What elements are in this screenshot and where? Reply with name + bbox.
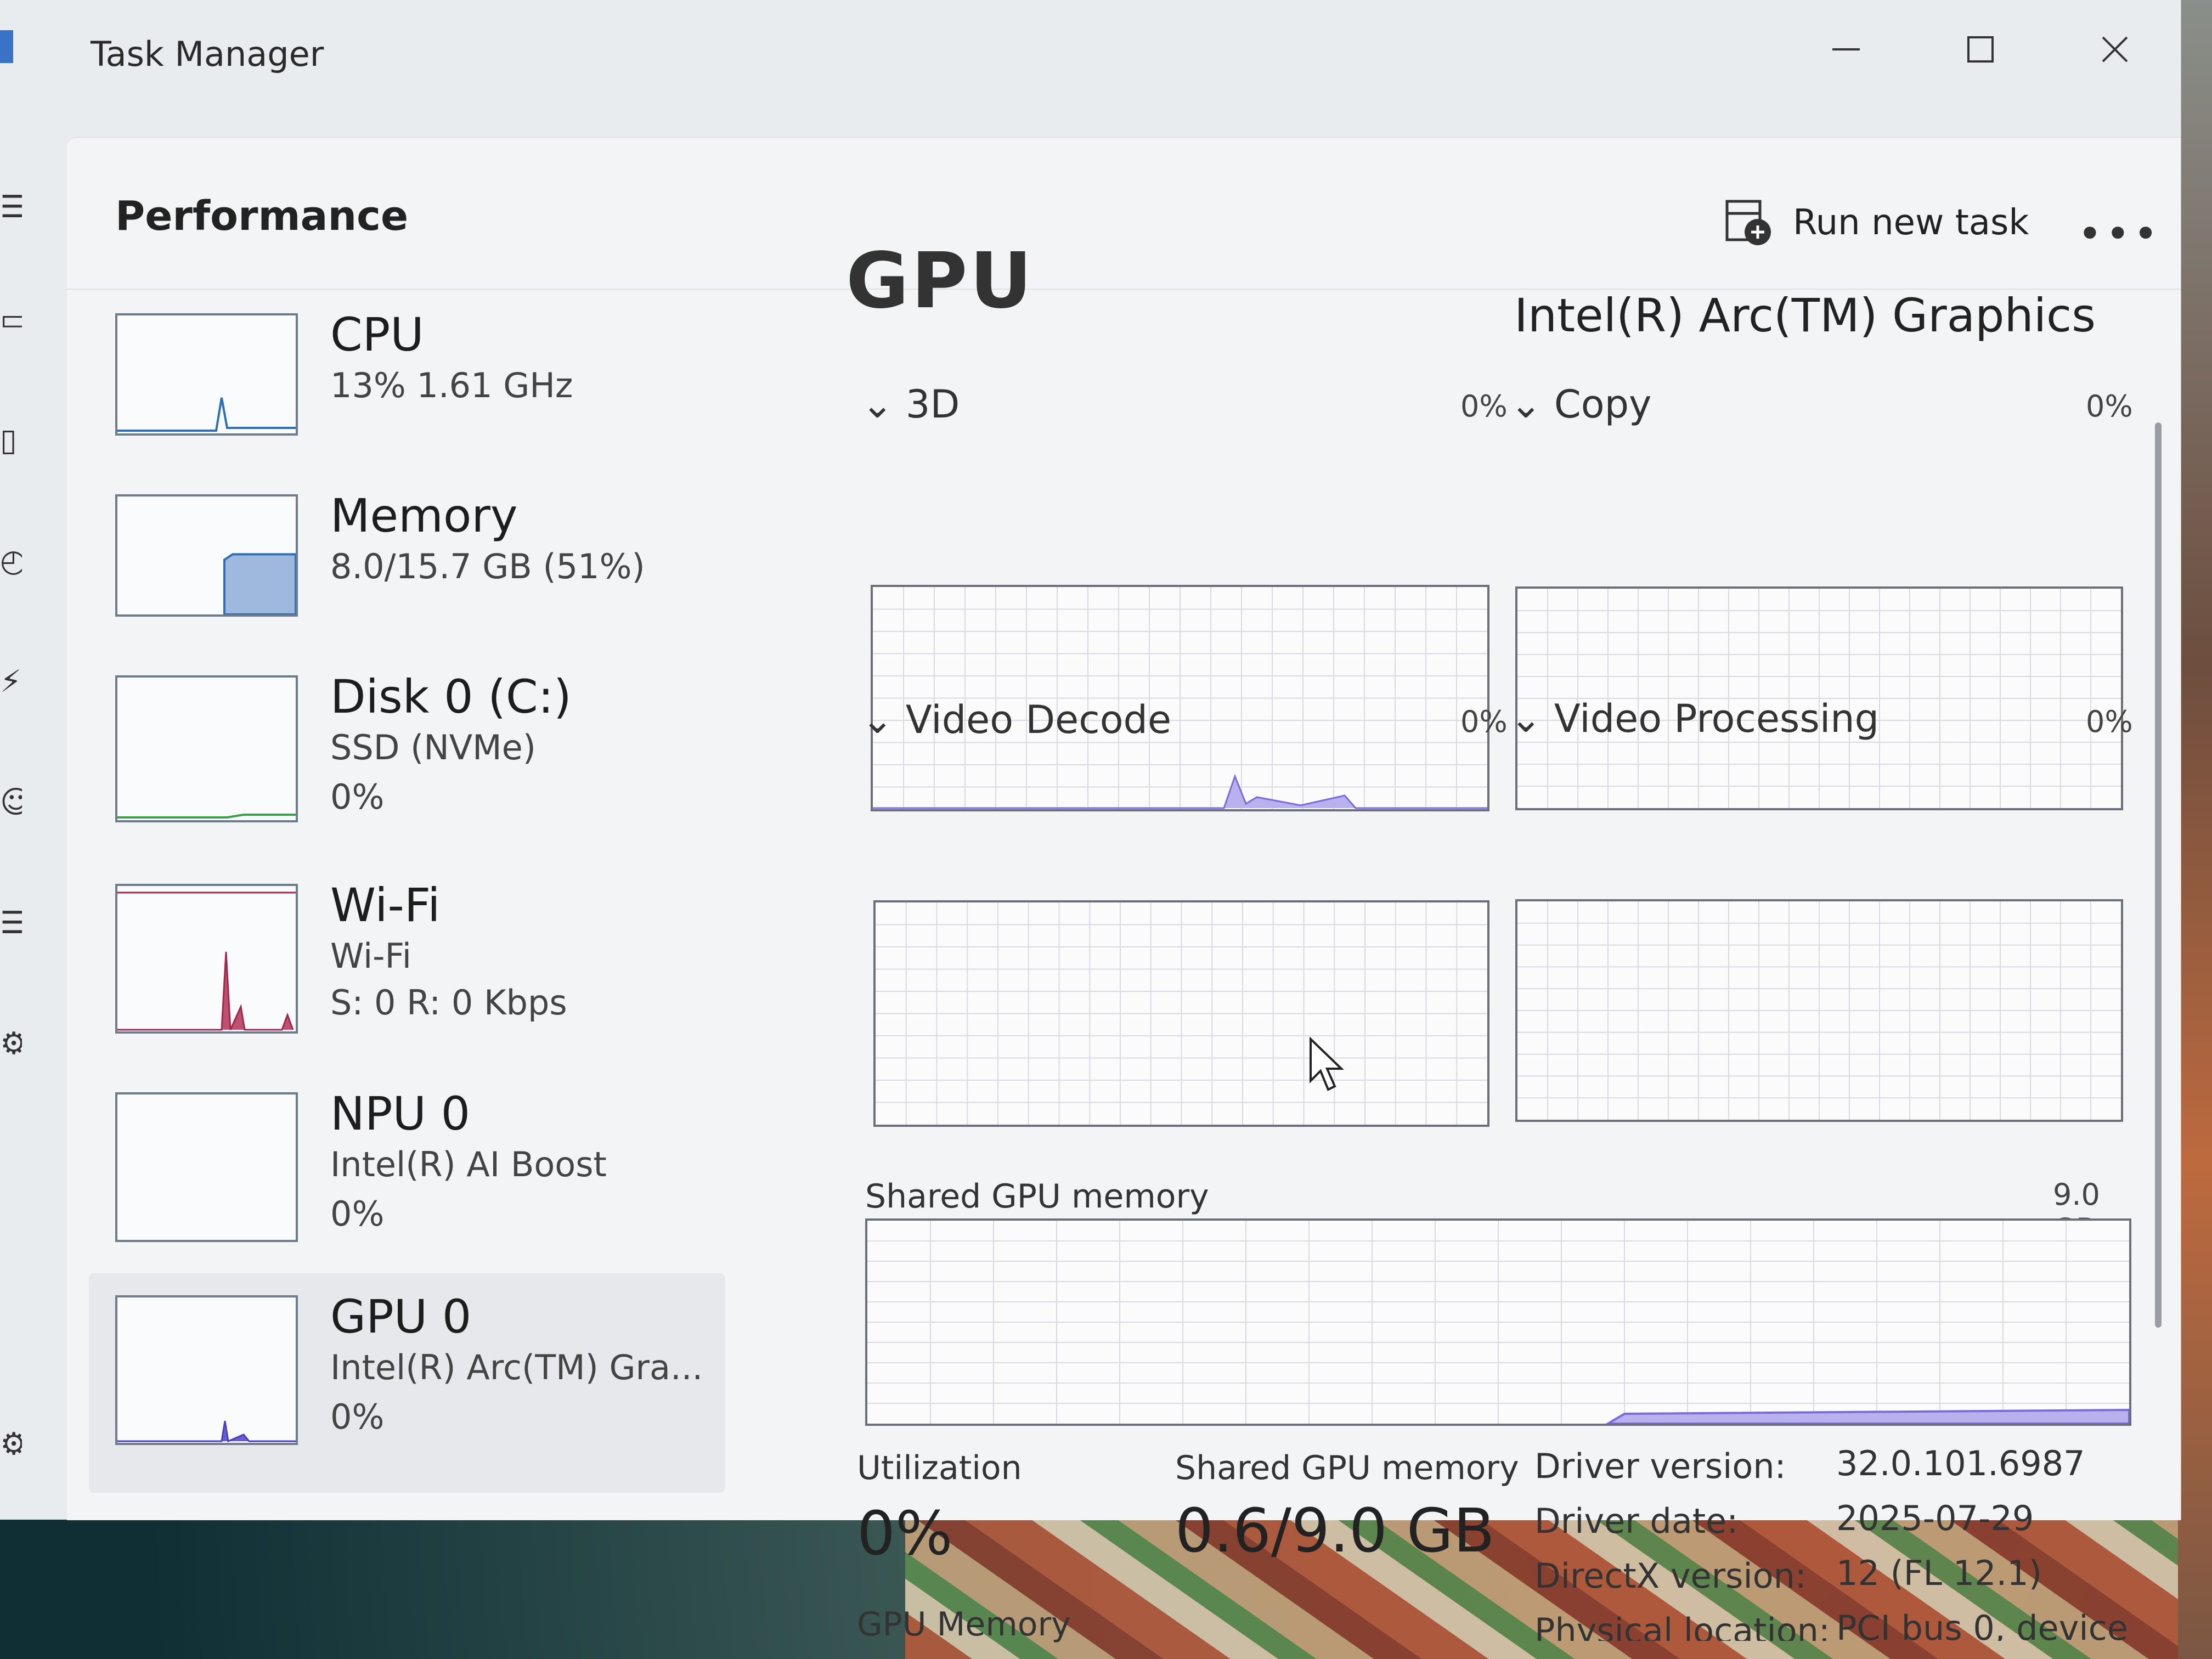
window-title: Task Manager xyxy=(91,34,324,74)
users-icon[interactable]: ☺ xyxy=(0,785,22,817)
engine-3d-selector[interactable]: ⌄ 3D xyxy=(861,382,960,427)
resource-item-memory[interactable]: Memory 8.0/15.7 GB (51%) xyxy=(89,472,725,653)
graph-grid xyxy=(876,902,1487,1125)
resource-list: CPU 13% 1.61 GHz Memory 8.0/15.7 GB (51%… xyxy=(67,291,747,1520)
resource-item-npu[interactable]: NPU 0 Intel(R) AI Boost 0% xyxy=(89,1070,725,1251)
engine-label: Copy xyxy=(1554,382,1652,427)
resource-detail: 13% 1.61 GHz xyxy=(330,365,573,405)
shared-memory-graph-label: Shared GPU memory xyxy=(865,1177,1209,1216)
run-new-task-label: Run new task xyxy=(1793,202,2029,243)
close-icon xyxy=(2102,36,2128,63)
shared-memory-value: 0.6/9.0 GB xyxy=(1175,1496,1495,1566)
info-key: DirectX version: xyxy=(1534,1556,1807,1596)
engine-label: Video Processing xyxy=(1554,696,1880,741)
task-manager-window: Task Manager ☰ ▭ ▯ ◴ ⚡ ☺ ☰ ⚙ ⚙ Performan… xyxy=(0,0,2181,1644)
wifi-mini-graph xyxy=(115,884,298,1034)
gpu-detail-pane: GPU Intel(R) Arc(TM) Graphics ⌄ 3D 0% ⌄ … xyxy=(791,236,2146,1644)
memory-usage-area xyxy=(223,553,296,614)
resource-name: Wi-Fi xyxy=(330,878,441,932)
minimize-button[interactable] xyxy=(1813,25,1879,74)
graph-grid xyxy=(867,1221,2129,1424)
info-key: Driver date: xyxy=(1534,1501,1739,1541)
resource-detail: SSD (NVMe) xyxy=(330,727,536,768)
device-name: Intel(R) Arc(TM) Graphics xyxy=(1514,289,2096,342)
resource-detail: Intel(R) AI Boost xyxy=(330,1144,607,1184)
info-key: Driver version: xyxy=(1534,1446,1786,1486)
side-nav: ☰ ▭ ▯ ◴ ⚡ ☺ ☰ ⚙ ⚙ xyxy=(0,137,66,1520)
minimize-icon xyxy=(1832,48,1860,50)
page-title: Performance xyxy=(115,193,409,240)
engine-percent: 0% xyxy=(1460,389,1508,424)
shared-memory-usage-area xyxy=(1606,1408,2129,1424)
settings-icon[interactable]: ⚙ xyxy=(0,1426,22,1459)
task-manager-icon xyxy=(0,30,13,63)
npu-mini-graph xyxy=(115,1092,298,1242)
resource-name: GPU 0 xyxy=(330,1290,472,1344)
engine-video-processing-graph xyxy=(1515,899,2123,1122)
engine-video-processing-selector[interactable]: ⌄ Video Processing xyxy=(1510,696,1879,741)
details-icon[interactable]: ☰ xyxy=(0,905,22,938)
gpu-mini-graph xyxy=(115,1295,298,1445)
resource-detail: 0% xyxy=(330,1397,385,1437)
engine-percent: 0% xyxy=(1460,704,1508,739)
hamburger-icon[interactable]: ☰ xyxy=(0,189,22,222)
maximize-button[interactable] xyxy=(1948,25,2013,74)
resource-detail: S: 0 R: 0 Kbps xyxy=(330,983,567,1023)
disk-mini-graph xyxy=(115,675,298,822)
info-value: PCI bus 0, device xyxy=(1836,1608,2128,1641)
services-icon[interactable]: ⚙ xyxy=(0,1026,22,1059)
utilization-value: 0% xyxy=(857,1498,953,1568)
detail-title: GPU xyxy=(846,236,1035,326)
title-bar[interactable]: Task Manager xyxy=(0,0,2181,137)
info-value: 2025-07-29 xyxy=(1836,1498,2034,1538)
resource-name: Memory xyxy=(330,489,518,543)
processes-icon[interactable]: ▭ xyxy=(0,302,22,335)
info-value: 32.0.101.6987 xyxy=(1836,1443,2085,1483)
info-value: 12 (FL 12.1) xyxy=(1836,1553,2042,1593)
startup-icon[interactable]: ⚡ xyxy=(0,664,22,697)
resource-detail: Wi-Fi xyxy=(330,936,411,976)
resource-name: NPU 0 xyxy=(330,1087,471,1141)
resource-detail: Intel(R) Arc(TM) Gra... xyxy=(330,1347,703,1387)
history-icon[interactable]: ◴ xyxy=(0,543,22,576)
shared-memory-label: Shared GPU memory xyxy=(1175,1449,1519,1487)
utilization-label: Utilization xyxy=(857,1449,1022,1487)
resource-name: Disk 0 (C:) xyxy=(330,670,572,724)
engine-label: Video Decode xyxy=(905,697,1172,742)
shared-memory-graph xyxy=(865,1218,2131,1426)
resource-detail: 0% xyxy=(330,1194,385,1234)
resource-item-gpu[interactable]: GPU 0 Intel(R) Arc(TM) Gra... 0% xyxy=(89,1273,725,1493)
graph-grid xyxy=(1517,901,2121,1120)
engine-copy-selector[interactable]: ⌄ Copy xyxy=(1510,382,1651,427)
engine-video-decode-selector[interactable]: ⌄ Video Decode xyxy=(861,697,1171,742)
page-header: Performance Run new task ••• xyxy=(67,138,2181,290)
info-key: Physical location: xyxy=(1534,1611,1830,1641)
engine-percent: 0% xyxy=(2086,704,2133,739)
resource-detail: 0% xyxy=(330,777,385,817)
main-panel: Performance Run new task ••• CPU 13% 1.6… xyxy=(67,137,2181,1644)
run-task-icon xyxy=(1725,200,1771,245)
engine-label: 3D xyxy=(905,382,960,427)
engine-percent: 0% xyxy=(2086,389,2133,424)
resource-item-cpu[interactable]: CPU 13% 1.61 GHz xyxy=(89,291,725,472)
resource-item-wifi[interactable]: Wi-Fi Wi-Fi S: 0 R: 0 Kbps xyxy=(89,862,725,1043)
desktop-wallpaper-edge xyxy=(2178,0,2212,1659)
resource-detail: 8.0/15.7 GB (51%) xyxy=(330,546,645,586)
more-options-button[interactable]: ••• xyxy=(2078,209,2161,258)
cpu-mini-graph xyxy=(115,313,298,436)
close-button[interactable] xyxy=(2082,25,2148,74)
memory-mini-graph xyxy=(115,494,298,617)
engine-video-decode-graph xyxy=(873,900,1489,1127)
resource-item-disk[interactable]: Disk 0 (C:) SSD (NVMe) 0% xyxy=(89,653,725,834)
resource-name: CPU xyxy=(330,308,424,362)
mouse-cursor-icon xyxy=(1310,1037,1344,1091)
performance-icon[interactable]: ▯ xyxy=(0,422,22,455)
maximize-icon xyxy=(1967,36,1994,63)
scrollbar[interactable] xyxy=(2155,422,2162,1328)
gpu-memory-label: GPU Memory xyxy=(857,1605,1071,1644)
run-new-task-button[interactable]: Run new task xyxy=(1724,195,2029,250)
